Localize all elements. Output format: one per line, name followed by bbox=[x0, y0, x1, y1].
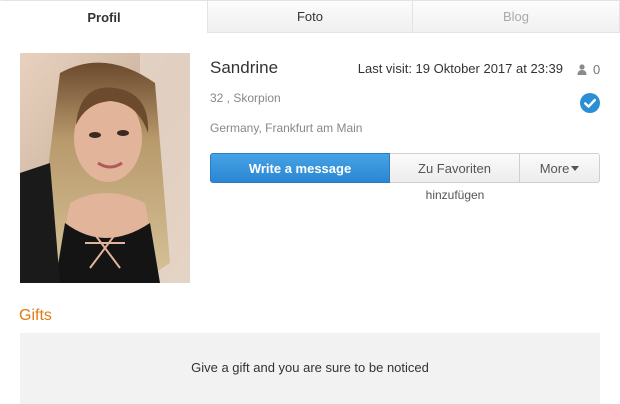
last-visit: Last visit: 19 Oktober 2017 at 23:39 bbox=[357, 61, 563, 76]
profile-photo[interactable] bbox=[20, 53, 190, 283]
write-message-button[interactable]: Write a message bbox=[210, 153, 390, 183]
gifts-panel[interactable]: Give a gift and you are sure to be notic… bbox=[20, 333, 600, 404]
profile-tabs: Profil Foto Blog bbox=[0, 0, 620, 33]
add-favorite-button[interactable]: Zu Favoriten bbox=[390, 153, 520, 183]
person-icon bbox=[577, 64, 587, 75]
check-circle-icon bbox=[580, 93, 600, 113]
tab-foto[interactable]: Foto bbox=[208, 0, 413, 33]
profile-name: Sandrine bbox=[210, 58, 279, 77]
profile-photo-image bbox=[20, 53, 190, 283]
location: Germany, Frankfurt am Main bbox=[210, 121, 363, 135]
caret-down-icon bbox=[571, 165, 580, 171]
more-label: More bbox=[539, 160, 570, 176]
more-button[interactable]: More bbox=[520, 153, 600, 183]
visitor-count: 0 bbox=[593, 62, 601, 77]
age-zodiac: 32 , Skorpion bbox=[210, 91, 281, 105]
gifts-title: Gifts bbox=[19, 307, 52, 324]
add-favorite-label-cont[interactable]: hinzufügen bbox=[390, 188, 520, 202]
tab-profil[interactable]: Profil bbox=[0, 0, 208, 33]
gifts-message: Give a gift and you are sure to be notic… bbox=[191, 360, 429, 375]
visitor-counter: 0 bbox=[577, 62, 600, 77]
tab-blog[interactable]: Blog bbox=[413, 0, 620, 33]
profile-actions: Write a message Zu Favoriten More bbox=[210, 153, 600, 183]
